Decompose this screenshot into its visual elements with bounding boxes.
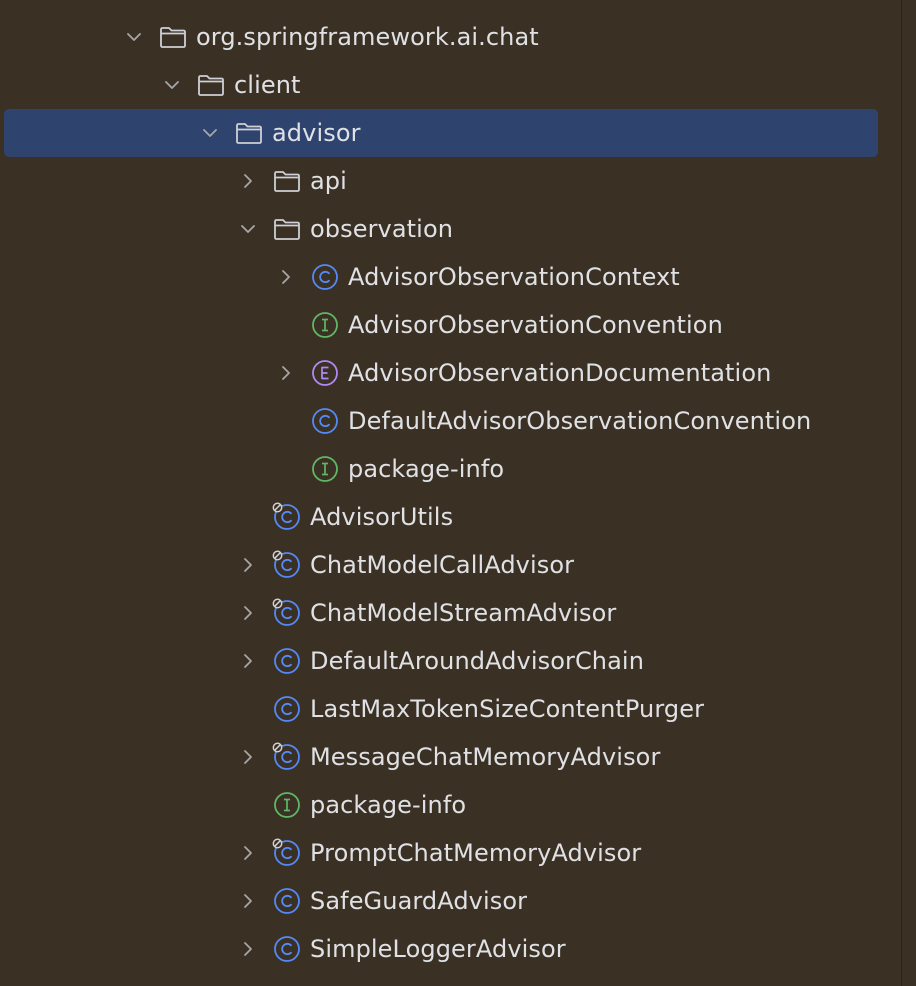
tree-row[interactable]: observation: [0, 205, 900, 253]
class-icon: [310, 406, 340, 436]
class-icon: [272, 934, 302, 964]
chevron-right-icon[interactable]: [236, 937, 260, 961]
final-class-icon: [272, 598, 302, 628]
folder-icon: [234, 118, 264, 148]
chevron-spacer: [274, 313, 298, 337]
chevron-spacer: [236, 697, 260, 721]
chevron-right-icon[interactable]: [236, 745, 260, 769]
chevron-right-icon[interactable]: [236, 601, 260, 625]
class-icon: [310, 262, 340, 292]
chevron-spacer: [274, 457, 298, 481]
tree-row-label: package-info: [348, 455, 505, 483]
chevron-spacer: [274, 409, 298, 433]
tree-row[interactable]: SafeGuardAdvisor: [0, 877, 900, 925]
folder-icon: [272, 166, 302, 196]
chevron-spacer: [236, 505, 260, 529]
tree-row[interactable]: advisor: [0, 109, 900, 157]
vertical-scrollbar[interactable]: [901, 0, 916, 986]
enum-icon: [310, 358, 340, 388]
final-class-icon: [272, 502, 302, 532]
tree-row-label: client: [234, 71, 301, 99]
chevron-down-icon[interactable]: [122, 25, 146, 49]
chevron-right-icon[interactable]: [236, 841, 260, 865]
chevron-down-icon[interactable]: [160, 73, 184, 97]
tree-row[interactable]: AdvisorObservationContext: [0, 253, 900, 301]
chevron-down-icon[interactable]: [236, 217, 260, 241]
tree-row[interactable]: api: [0, 157, 900, 205]
final-class-icon: [272, 742, 302, 772]
tree-row[interactable]: ChatModelCallAdvisor: [0, 541, 900, 589]
tree-row[interactable]: package-info: [0, 445, 900, 493]
tree-row-label: advisor: [272, 119, 361, 147]
chevron-right-icon[interactable]: [236, 649, 260, 673]
final-class-icon: [272, 550, 302, 580]
tree-row-label: SimpleLoggerAdvisor: [310, 935, 566, 963]
chevron-down-icon[interactable]: [198, 121, 222, 145]
tree-row[interactable]: org.springframework.ai.chat: [0, 13, 900, 61]
tree-row-label: package-info: [310, 791, 467, 819]
class-icon: [272, 886, 302, 916]
tree-row-label: LastMaxTokenSizeContentPurger: [310, 695, 705, 723]
tree-row[interactable]: DefaultAdvisorObservationConvention: [0, 397, 900, 445]
tree-row[interactable]: AdvisorObservationDocumentation: [0, 349, 900, 397]
class-icon: [272, 694, 302, 724]
tree-row[interactable]: ChatModelStreamAdvisor: [0, 589, 900, 637]
tree-row[interactable]: SimpleLoggerAdvisor: [0, 925, 900, 973]
tree-row-label: observation: [310, 215, 454, 243]
tree-row[interactable]: client: [0, 61, 900, 109]
folder-icon: [196, 70, 226, 100]
tree-row[interactable]: AdvisorUtils: [0, 493, 900, 541]
chevron-right-icon[interactable]: [236, 889, 260, 913]
tree-row[interactable]: AdvisorObservationConvention: [0, 301, 900, 349]
interface-icon: [310, 310, 340, 340]
chevron-right-icon[interactable]: [274, 265, 298, 289]
tree-row-label: api: [310, 167, 347, 195]
tree-row-label: AdvisorObservationContext: [348, 263, 680, 291]
tree-row[interactable]: package-info: [0, 781, 900, 829]
tree-row-label: AdvisorUtils: [310, 503, 454, 531]
folder-icon: [272, 214, 302, 244]
chevron-right-icon[interactable]: [236, 553, 260, 577]
chevron-right-icon[interactable]: [274, 361, 298, 385]
partial-next-row-icon: [236, 980, 250, 986]
tree-row-label: DefaultAdvisorObservationConvention: [348, 407, 812, 435]
folder-icon: [158, 22, 188, 52]
tree-row-label: org.springframework.ai.chat: [196, 23, 539, 51]
chevron-spacer: [236, 793, 260, 817]
tree-row[interactable]: PromptChatMemoryAdvisor: [0, 829, 900, 877]
interface-icon: [272, 790, 302, 820]
tree-row[interactable]: LastMaxTokenSizeContentPurger: [0, 685, 900, 733]
tree-row[interactable]: MessageChatMemoryAdvisor: [0, 733, 900, 781]
tree-row-label: MessageChatMemoryAdvisor: [310, 743, 661, 771]
interface-icon: [310, 454, 340, 484]
tree-row-label: PromptChatMemoryAdvisor: [310, 839, 642, 867]
tree-row-label: DefaultAroundAdvisorChain: [310, 647, 644, 675]
tree-row-label: ChatModelStreamAdvisor: [310, 599, 617, 627]
project-tree: org.springframework.ai.chat client advisor…: [0, 0, 900, 986]
class-icon: [272, 646, 302, 676]
tree-row[interactable]: DefaultAroundAdvisorChain: [0, 637, 900, 685]
final-class-icon: [272, 838, 302, 868]
chevron-right-icon[interactable]: [236, 169, 260, 193]
tree-row-label: SafeGuardAdvisor: [310, 887, 528, 915]
tree-row-label: AdvisorObservationConvention: [348, 311, 723, 339]
tree-row-label: ChatModelCallAdvisor: [310, 551, 575, 579]
tree-row-label: AdvisorObservationDocumentation: [348, 359, 772, 387]
